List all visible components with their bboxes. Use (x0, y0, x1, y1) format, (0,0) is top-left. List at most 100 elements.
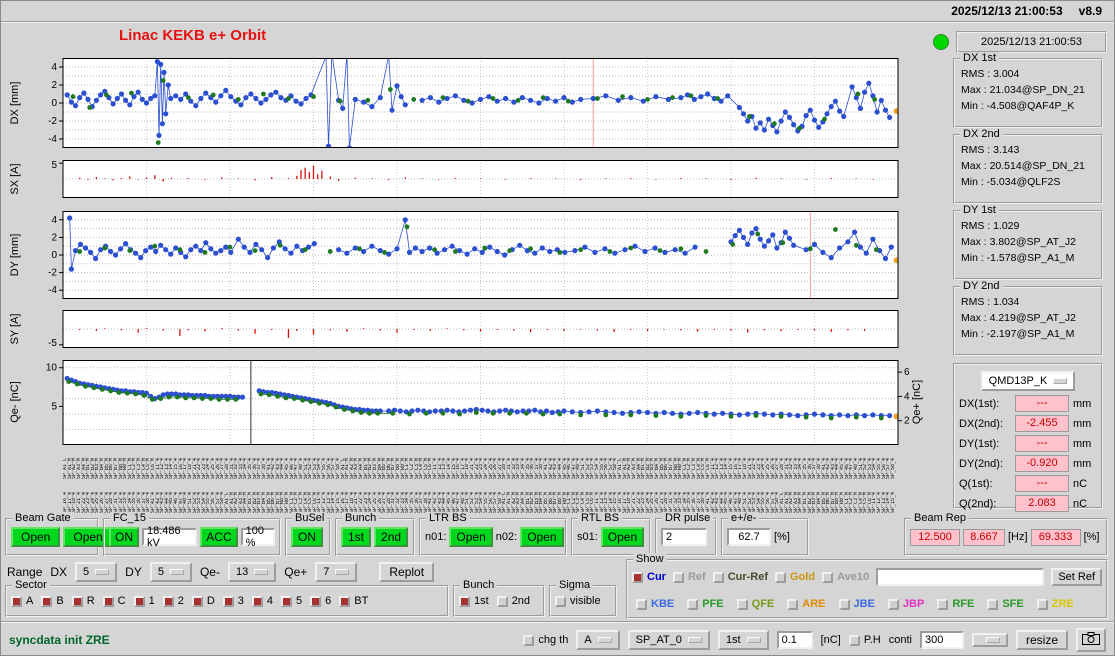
sector-select[interactable]: A (576, 630, 620, 650)
beam-rep-pct-unit: [%] (1083, 531, 1100, 543)
beam-rep-label: Beam Rep (911, 512, 969, 525)
show-checkbox-jbp[interactable]: JBP (887, 598, 924, 610)
bunch-1st-button[interactable]: 1st (341, 527, 372, 547)
checkbox-indicator[interactable] (775, 571, 787, 583)
bpm-select[interactable]: SP_AT_0 (627, 630, 710, 650)
checkbox-indicator[interactable] (133, 595, 145, 607)
replot-button[interactable]: Replot (379, 562, 435, 582)
ltr-n01-open-button[interactable]: Open (449, 527, 493, 547)
show-checkbox-ref[interactable]: Ref (672, 571, 706, 583)
fc15-acc-button[interactable]: ACC (200, 527, 238, 547)
bunch-checkbox-2nd[interactable]: 2nd (496, 595, 530, 607)
show-checkbox-cur[interactable]: Cur (632, 571, 666, 583)
checkbox-indicator[interactable] (736, 598, 748, 610)
checkbox-indicator[interactable] (555, 595, 566, 607)
sector-checkbox-4[interactable]: 4 (251, 595, 273, 607)
range-dx-select[interactable]: 5 (75, 562, 118, 582)
show-checkbox-cur-ref[interactable]: Cur-Ref (712, 571, 768, 583)
range-dy-select[interactable]: 5 (149, 562, 192, 582)
sector-checkbox-d[interactable]: D (191, 595, 215, 607)
checkbox-indicator[interactable] (162, 595, 174, 607)
checkbox-label: P.H (863, 634, 881, 646)
fc15-on-button[interactable]: ON (109, 527, 139, 547)
sector-checkbox-bt[interactable]: BT (339, 595, 368, 607)
beam-gate-open-button-1[interactable]: Open (11, 527, 61, 547)
menu-indicator (1053, 378, 1068, 384)
bpm-name-label: SP_B5_M (544, 491, 549, 513)
checkbox-indicator[interactable] (887, 598, 899, 610)
bpm-name-label: SP_A1_C (63, 457, 68, 479)
svg-text:0: 0 (51, 250, 57, 261)
count-select[interactable] (971, 633, 1008, 647)
count-input[interactable] (919, 631, 964, 649)
checkbox-indicator[interactable] (102, 595, 114, 607)
checkbox-indicator[interactable] (71, 595, 83, 607)
checkbox-indicator[interactable] (191, 595, 203, 607)
sector-checkbox-2[interactable]: 2 (162, 595, 184, 607)
checkbox-indicator[interactable] (1036, 598, 1048, 610)
checkbox-indicator[interactable] (672, 571, 684, 583)
sector-checkbox-1[interactable]: 1 (133, 595, 155, 607)
show-checkbox-qfe[interactable]: QFE (736, 598, 774, 610)
sigma-checkbox-visible[interactable]: visible (555, 595, 601, 607)
show-checkbox-zre[interactable]: ZRE (1036, 598, 1074, 610)
checkbox-indicator[interactable] (687, 598, 699, 610)
show-checkbox-sfe[interactable]: SFE (987, 598, 1024, 610)
show-checkbox-are[interactable]: ARE (787, 598, 826, 610)
checkbox-indicator[interactable] (496, 595, 508, 607)
checkbox-indicator[interactable] (310, 595, 322, 607)
range-qe-plus-select[interactable]: 7 (315, 562, 358, 582)
set-ref-button[interactable]: Set Ref (1051, 568, 1102, 586)
bunch-2nd-button[interactable]: 2nd (374, 527, 409, 547)
sector-checkbox-5[interactable]: 5 (281, 595, 302, 607)
show-checkbox-pfe[interactable]: PFE (687, 598, 724, 610)
checkbox-indicator[interactable] (339, 595, 351, 607)
checkbox-indicator[interactable] (787, 598, 799, 610)
bunch-order-select[interactable]: 1st (717, 630, 769, 650)
checkbox-indicator[interactable] (222, 595, 234, 607)
set-ref-input[interactable] (876, 568, 1045, 586)
rtl-s01-open-button[interactable]: Open (600, 527, 645, 547)
checkbox-indicator[interactable] (523, 634, 535, 646)
screenshot-button[interactable] (1076, 628, 1106, 652)
bpm-name-label: SP_56_4 (211, 491, 216, 513)
sector-checkbox-6[interactable]: 6 (310, 595, 331, 607)
checkbox-indicator[interactable] (636, 598, 647, 610)
range-qe-minus-select[interactable]: 13 (227, 562, 277, 582)
checkbox-indicator[interactable] (251, 595, 263, 607)
checkbox-indicator[interactable] (712, 571, 724, 583)
checkbox-indicator[interactable] (937, 598, 949, 610)
show-checkbox-rfe[interactable]: RFE (937, 598, 974, 610)
checkbox-indicator[interactable] (848, 634, 860, 646)
sector-checkbox-r[interactable]: R (71, 595, 95, 607)
stat-min: Min : -2.197@SP_A1_M (961, 328, 1075, 340)
chg-th-checkbox[interactable]: chg th (523, 634, 568, 646)
ph-checkbox[interactable]: P.H (848, 634, 881, 646)
sector-checkbox-c[interactable]: C (102, 595, 126, 607)
checkbox-indicator[interactable] (281, 595, 293, 607)
monitor-row: Q(1st): --- nC (955, 474, 1101, 493)
checkbox-indicator[interactable] (822, 571, 834, 583)
bpm-name-label: SP_36_4 (137, 491, 142, 513)
monitor-select[interactable]: QMD13P_K (980, 371, 1076, 391)
threshold-input[interactable] (776, 631, 813, 649)
checkbox-indicator[interactable] (632, 571, 643, 583)
show-checkbox-gold[interactable]: Gold (775, 571, 815, 583)
show-checkbox-ave10[interactable]: Ave10 (822, 571, 869, 583)
ltr-n02-open-button[interactable]: Open (520, 527, 564, 547)
show-checkbox-jbe[interactable]: JBE (838, 598, 875, 610)
sector-checkbox-b[interactable]: B (41, 595, 64, 607)
sector-checkbox-3[interactable]: 3 (222, 595, 244, 607)
checkbox-indicator[interactable] (459, 595, 470, 607)
show-checkbox-kbe[interactable]: KBE (636, 598, 674, 610)
checkbox-indicator[interactable] (41, 595, 53, 607)
checkbox-indicator[interactable] (838, 598, 850, 610)
bunch-checkbox-1st[interactable]: 1st (459, 595, 489, 607)
busel-on-button[interactable]: ON (291, 527, 323, 547)
checkbox-indicator[interactable] (987, 598, 999, 610)
dr-pulse-input[interactable] (661, 528, 707, 546)
bpm-name-label: SP_55_4 (483, 491, 489, 513)
sector-checkbox-a[interactable]: A (11, 595, 33, 607)
resize-button[interactable]: resize (1015, 630, 1068, 650)
checkbox-indicator[interactable] (11, 595, 22, 607)
